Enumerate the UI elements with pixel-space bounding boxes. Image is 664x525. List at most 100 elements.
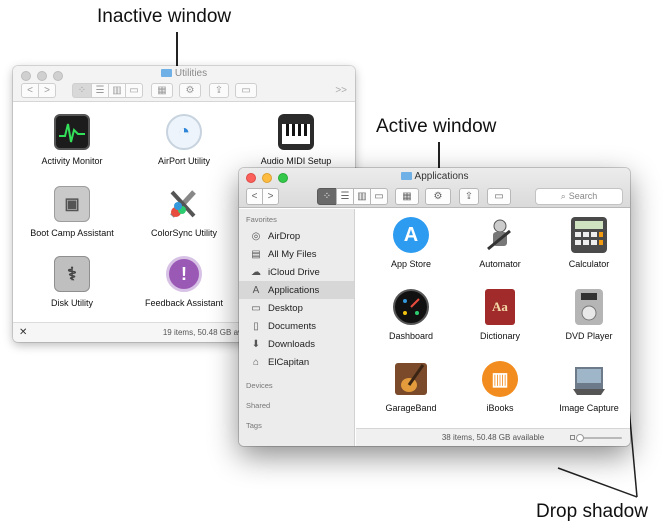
inactive-toolbar: < > ⁘ ☰ ▥ ▭ ▦ ⚙ ⇪ ▭ >> [21, 82, 347, 98]
sidebar-item-desktop[interactable]: ▭ Desktop [239, 299, 354, 317]
callout-inactive-line [176, 32, 178, 68]
home-icon: ⌂ [252, 356, 260, 368]
active-status-text: 38 items, 50.48 GB available [441, 433, 545, 442]
active-titlebar[interactable]: Applications < > ⁘ ☰ ▥ ▭ ▦ ⚙ ⇪ ▭ ⌕ Searc… [239, 168, 630, 208]
callout-active-line [438, 142, 440, 170]
search-icon: ⌕ [560, 190, 566, 201]
app-store-icon: A [393, 217, 429, 253]
dictionary-icon: Aa [485, 289, 515, 325]
garageband-icon [393, 361, 429, 397]
dashboard-icon [393, 289, 429, 325]
sidebar-item-downloads[interactable]: ⬇ Downloads [239, 335, 354, 353]
slider-track[interactable] [578, 437, 622, 439]
active-file-grid: A App Store Automator Calculator Dashboa… [356, 209, 630, 428]
column-view-icon[interactable]: ▥ [353, 187, 371, 205]
sidebar-item-airdrop[interactable]: ◎ AirDrop [239, 227, 354, 245]
file-item-image-capture[interactable]: Image Capture [534, 361, 630, 413]
slider-knob[interactable] [576, 434, 584, 442]
tag-icon[interactable]: ▭ [235, 82, 257, 98]
icon-view-icon[interactable]: ⁘ [317, 187, 337, 205]
sidebar-section-tags[interactable]: Tags [239, 421, 354, 433]
active-window-title: Applications [239, 171, 630, 182]
image-capture-icon [571, 361, 607, 397]
forward-button[interactable]: > [262, 187, 279, 205]
sidebar-item-all-my-files[interactable]: ▤ All My Files [239, 245, 354, 263]
file-item-activity-monitor[interactable]: Activity Monitor [17, 114, 127, 166]
file-item-boot-camp[interactable]: ▣ Boot Camp Assistant [17, 186, 127, 238]
icloud-icon: ☁ [251, 266, 261, 278]
sidebar-section-devices[interactable]: Devices [239, 381, 354, 393]
applications-icon: A [252, 284, 260, 296]
desktop-icon: ▭ [251, 302, 261, 314]
arrange-icon[interactable]: ▦ [151, 82, 173, 98]
sidebar-item-documents[interactable]: ▯ Documents [239, 317, 354, 335]
ibooks-icon: ▥ [482, 361, 518, 397]
documents-icon: ▯ [253, 320, 259, 332]
airdrop-icon: ◎ [251, 230, 261, 242]
callout-active-window: Active window [376, 116, 497, 137]
file-item-calculator[interactable]: Calculator [534, 217, 630, 269]
column-view-icon[interactable]: ▥ [108, 82, 126, 98]
small-icon-size-icon [570, 435, 575, 440]
file-item-disk-utility[interactable]: ⚕ Disk Utility [17, 256, 127, 308]
sidebar-item-elcapitan[interactable]: ⌂ ElCapitan [239, 353, 354, 371]
forward-button[interactable]: > [38, 82, 56, 98]
gear-icon[interactable]: ⚙ [179, 82, 201, 98]
file-item-label: ColorSync Utility [150, 228, 217, 238]
sidebar-section-favorites: Favorites [246, 215, 277, 224]
callout-inactive-window: Inactive window [97, 6, 232, 27]
inactive-window-title: Utilities [13, 68, 355, 79]
calculator-icon [571, 217, 607, 253]
back-button[interactable]: < [21, 82, 39, 98]
back-button[interactable]: < [246, 187, 263, 205]
active-finder-window[interactable]: Applications < > ⁘ ☰ ▥ ▭ ▦ ⚙ ⇪ ▭ ⌕ Searc… [239, 168, 630, 446]
list-view-icon[interactable]: ☰ [91, 82, 109, 98]
list-view-icon[interactable]: ☰ [336, 187, 354, 205]
activity-monitor-icon [54, 114, 90, 150]
audio-midi-icon [278, 114, 314, 150]
sidebar-section-shared[interactable]: Shared [239, 401, 354, 413]
airport-utility-icon: ◔ [166, 114, 202, 150]
file-item-label: Image Capture [559, 403, 619, 413]
file-item-audio-midi-setup[interactable]: Audio MIDI Setup [241, 114, 351, 166]
file-item-label: Disk Utility [51, 298, 93, 308]
view-buttons: ⁘ ☰ ▥ ▭ [72, 82, 143, 98]
nav-buttons: < > [246, 187, 279, 205]
file-item-dvd-player[interactable]: DVD Player [534, 289, 630, 341]
file-item-label: Activity Monitor [41, 156, 103, 166]
file-item-colorsync[interactable]: ColorSync Utility [129, 186, 239, 238]
file-item-label: AirPort Utility [157, 156, 210, 166]
downloads-icon: ⬇ [251, 338, 261, 350]
view-buttons: ⁘ ☰ ▥ ▭ [317, 187, 388, 205]
file-item-label: Feedback Assistant [144, 298, 224, 308]
tag-icon[interactable]: ▭ [487, 187, 511, 205]
path-close-icon[interactable]: ✕ [19, 327, 27, 338]
share-icon[interactable]: ⇪ [459, 187, 479, 205]
callout-drop-shadow: Drop shadow [536, 501, 648, 522]
gear-icon[interactable]: ⚙ [425, 187, 451, 205]
sidebar-item-applications[interactable]: A Applications [239, 281, 354, 299]
search-placeholder: Search [568, 191, 598, 201]
more-toolbar-icon[interactable]: >> [335, 85, 347, 96]
icon-size-slider[interactable] [570, 434, 622, 442]
coverflow-view-icon[interactable]: ▭ [125, 82, 143, 98]
colorsync-icon [166, 186, 202, 222]
dvd-player-icon [575, 289, 603, 325]
active-status-bar: 38 items, 50.48 GB available [356, 428, 630, 446]
file-item-airport-utility[interactable]: ◔ AirPort Utility [129, 114, 239, 166]
share-icon[interactable]: ⇪ [209, 82, 229, 98]
file-item-label: DVD Player [565, 331, 613, 341]
sidebar-item-icloud-drive[interactable]: ☁ iCloud Drive [239, 263, 354, 281]
active-toolbar: < > ⁘ ☰ ▥ ▭ ▦ ⚙ ⇪ ▭ ⌕ Search [246, 187, 623, 205]
inactive-titlebar[interactable]: Utilities < > ⁘ ☰ ▥ ▭ ▦ ⚙ ⇪ ▭ >> [13, 66, 355, 102]
icon-view-icon[interactable]: ⁘ [72, 82, 92, 98]
arrange-icon[interactable]: ▦ [395, 187, 419, 205]
coverflow-view-icon[interactable]: ▭ [370, 187, 388, 205]
automator-icon [482, 217, 518, 253]
file-item-feedback-assistant[interactable]: ! Feedback Assistant [129, 256, 239, 308]
nav-buttons: < > [21, 82, 56, 98]
file-item-label: Boot Camp Assistant [30, 228, 114, 238]
search-input[interactable]: ⌕ Search [535, 187, 623, 205]
folder-icon [400, 172, 412, 180]
all-files-icon: ▤ [251, 248, 261, 260]
